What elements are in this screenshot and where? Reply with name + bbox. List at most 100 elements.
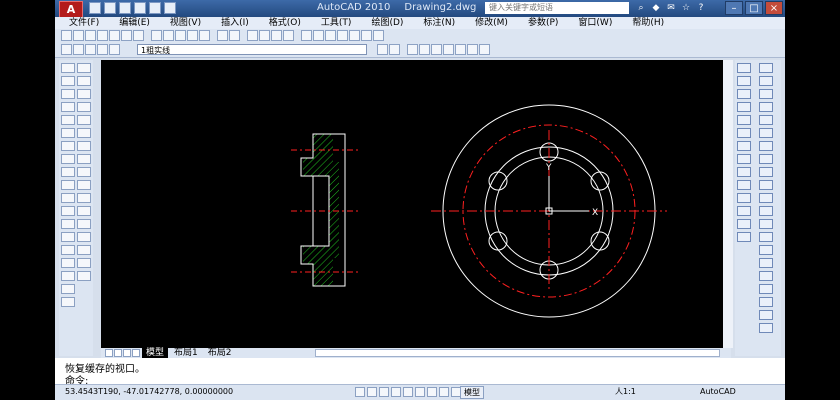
- join-icon[interactable]: [77, 232, 91, 242]
- snap-extension-icon[interactable]: [737, 102, 751, 112]
- snap-tangent-icon[interactable]: [737, 141, 751, 151]
- lightbulb-icon[interactable]: [73, 44, 84, 55]
- layer-manager-icon[interactable]: [61, 44, 72, 55]
- plot-icon[interactable]: [97, 30, 108, 41]
- copy-icon[interactable]: [163, 30, 174, 41]
- tool-palettes-icon[interactable]: [325, 30, 336, 41]
- object-snap-icon[interactable]: [403, 387, 413, 397]
- snap-center-icon[interactable]: [737, 115, 751, 125]
- break-at-point-icon[interactable]: [77, 206, 91, 216]
- extend-icon[interactable]: [77, 193, 91, 203]
- layer-off-icon[interactable]: [443, 44, 454, 55]
- array-icon[interactable]: [77, 115, 91, 125]
- layer-previous-icon[interactable]: [389, 44, 400, 55]
- tab-layout1[interactable]: 布局1: [170, 348, 202, 358]
- last-tab-icon[interactable]: [132, 349, 140, 357]
- drawing-canvas[interactable]: Y X: [101, 60, 731, 348]
- offset-icon[interactable]: [77, 102, 91, 112]
- copy-object-icon[interactable]: [77, 76, 91, 86]
- grid-display-icon[interactable]: [367, 387, 377, 397]
- snap-mode-icon[interactable]: [355, 387, 365, 397]
- redo-icon[interactable]: [164, 2, 176, 14]
- subscription-icon[interactable]: ◆: [650, 2, 662, 14]
- new-icon[interactable]: [61, 30, 72, 41]
- save-icon[interactable]: [85, 30, 96, 41]
- 3d-dwf-icon[interactable]: [133, 30, 144, 41]
- multiline-text-icon[interactable]: [61, 297, 75, 307]
- annotation-scale[interactable]: 人1:1: [615, 385, 636, 399]
- revision-cloud-icon[interactable]: [61, 154, 75, 164]
- explode-icon[interactable]: [77, 271, 91, 281]
- dynamic-ucs-icon[interactable]: [427, 387, 437, 397]
- menu-edit[interactable]: 编辑(E): [119, 17, 150, 29]
- region-icon[interactable]: [61, 271, 75, 281]
- close-icon[interactable]: ×: [765, 1, 783, 15]
- angular-icon[interactable]: [759, 154, 773, 164]
- favorites-icon[interactable]: ☆: [680, 2, 692, 14]
- redo-icon[interactable]: [229, 30, 240, 41]
- snap-nearest-icon[interactable]: [737, 206, 751, 216]
- dimension-update-icon[interactable]: [759, 310, 773, 320]
- mirror-icon[interactable]: [77, 89, 91, 99]
- stretch-icon[interactable]: [77, 167, 91, 177]
- menu-file[interactable]: 文件(F): [69, 17, 99, 29]
- open-icon[interactable]: [104, 2, 116, 14]
- polyline-icon[interactable]: [61, 89, 75, 99]
- menu-parametric[interactable]: 参数(P): [528, 17, 558, 29]
- ortho-mode-icon[interactable]: [379, 387, 389, 397]
- command-window[interactable]: 恢复缓存的视口。 命令:: [55, 358, 785, 387]
- menu-insert[interactable]: 插入(I): [221, 17, 249, 29]
- tab-layout2[interactable]: 布局2: [204, 348, 236, 358]
- ellipse-arc-icon[interactable]: [61, 193, 75, 203]
- workspace-switch[interactable]: AutoCAD: [700, 385, 736, 399]
- continue-icon[interactable]: [759, 193, 773, 203]
- menu-tools[interactable]: 工具(T): [321, 17, 352, 29]
- dimension-edit-icon[interactable]: [759, 284, 773, 294]
- save-icon[interactable]: [119, 2, 131, 14]
- snap-node-icon[interactable]: [737, 193, 751, 203]
- help-icon[interactable]: [373, 30, 384, 41]
- menu-draw[interactable]: 绘图(D): [371, 17, 403, 29]
- layer-dropdown[interactable]: 1粗实线: [137, 44, 367, 55]
- rectangle-icon[interactable]: [61, 115, 75, 125]
- snap-midpoint-icon[interactable]: [737, 76, 751, 86]
- dimension-break-icon[interactable]: [759, 219, 773, 229]
- point-icon[interactable]: [61, 232, 75, 242]
- make-block-icon[interactable]: [61, 219, 75, 229]
- markup-icon[interactable]: [349, 30, 360, 41]
- zoom-previous-icon[interactable]: [283, 30, 294, 41]
- next-tab-icon[interactable]: [123, 349, 131, 357]
- gradient-icon[interactable]: [61, 258, 75, 268]
- maximize-icon[interactable]: □: [745, 1, 763, 15]
- arc-length-icon[interactable]: [759, 89, 773, 99]
- dynamic-input-icon[interactable]: [439, 387, 449, 397]
- first-tab-icon[interactable]: [105, 349, 113, 357]
- fillet-icon[interactable]: [77, 258, 91, 268]
- sun-icon[interactable]: [85, 44, 96, 55]
- ellipse-icon[interactable]: [61, 180, 75, 190]
- snap-quadrant-icon[interactable]: [737, 128, 751, 138]
- snap-none-icon[interactable]: [737, 219, 751, 229]
- diameter-icon[interactable]: [759, 141, 773, 151]
- layer-unlock-icon[interactable]: [467, 44, 478, 55]
- dimension-space-icon[interactable]: [759, 206, 773, 216]
- break-icon[interactable]: [77, 219, 91, 229]
- plot-preview-icon[interactable]: [109, 30, 120, 41]
- color-swatch-icon[interactable]: [109, 44, 120, 55]
- menu-dimension[interactable]: 标注(N): [423, 17, 455, 29]
- snap-perpendicular-icon[interactable]: [737, 154, 751, 164]
- communication-icon[interactable]: ✉: [665, 2, 677, 14]
- move-icon[interactable]: [77, 128, 91, 138]
- calculator-icon[interactable]: [361, 30, 372, 41]
- menu-modify[interactable]: 修改(M): [475, 17, 508, 29]
- coordinates-readout[interactable]: 53.4543T190, -47.01742778, 0.00000000: [65, 385, 233, 399]
- sheet-set-icon[interactable]: [337, 30, 348, 41]
- snap-parallel-icon[interactable]: [737, 167, 751, 177]
- jogged-linear-icon[interactable]: [759, 271, 773, 281]
- menu-window[interactable]: 窗口(W): [578, 17, 612, 29]
- help-icon[interactable]: ?: [695, 2, 707, 14]
- circle-icon[interactable]: [61, 141, 75, 151]
- properties-icon[interactable]: [301, 30, 312, 41]
- minimize-icon[interactable]: –: [725, 1, 743, 15]
- undo-icon[interactable]: [149, 2, 161, 14]
